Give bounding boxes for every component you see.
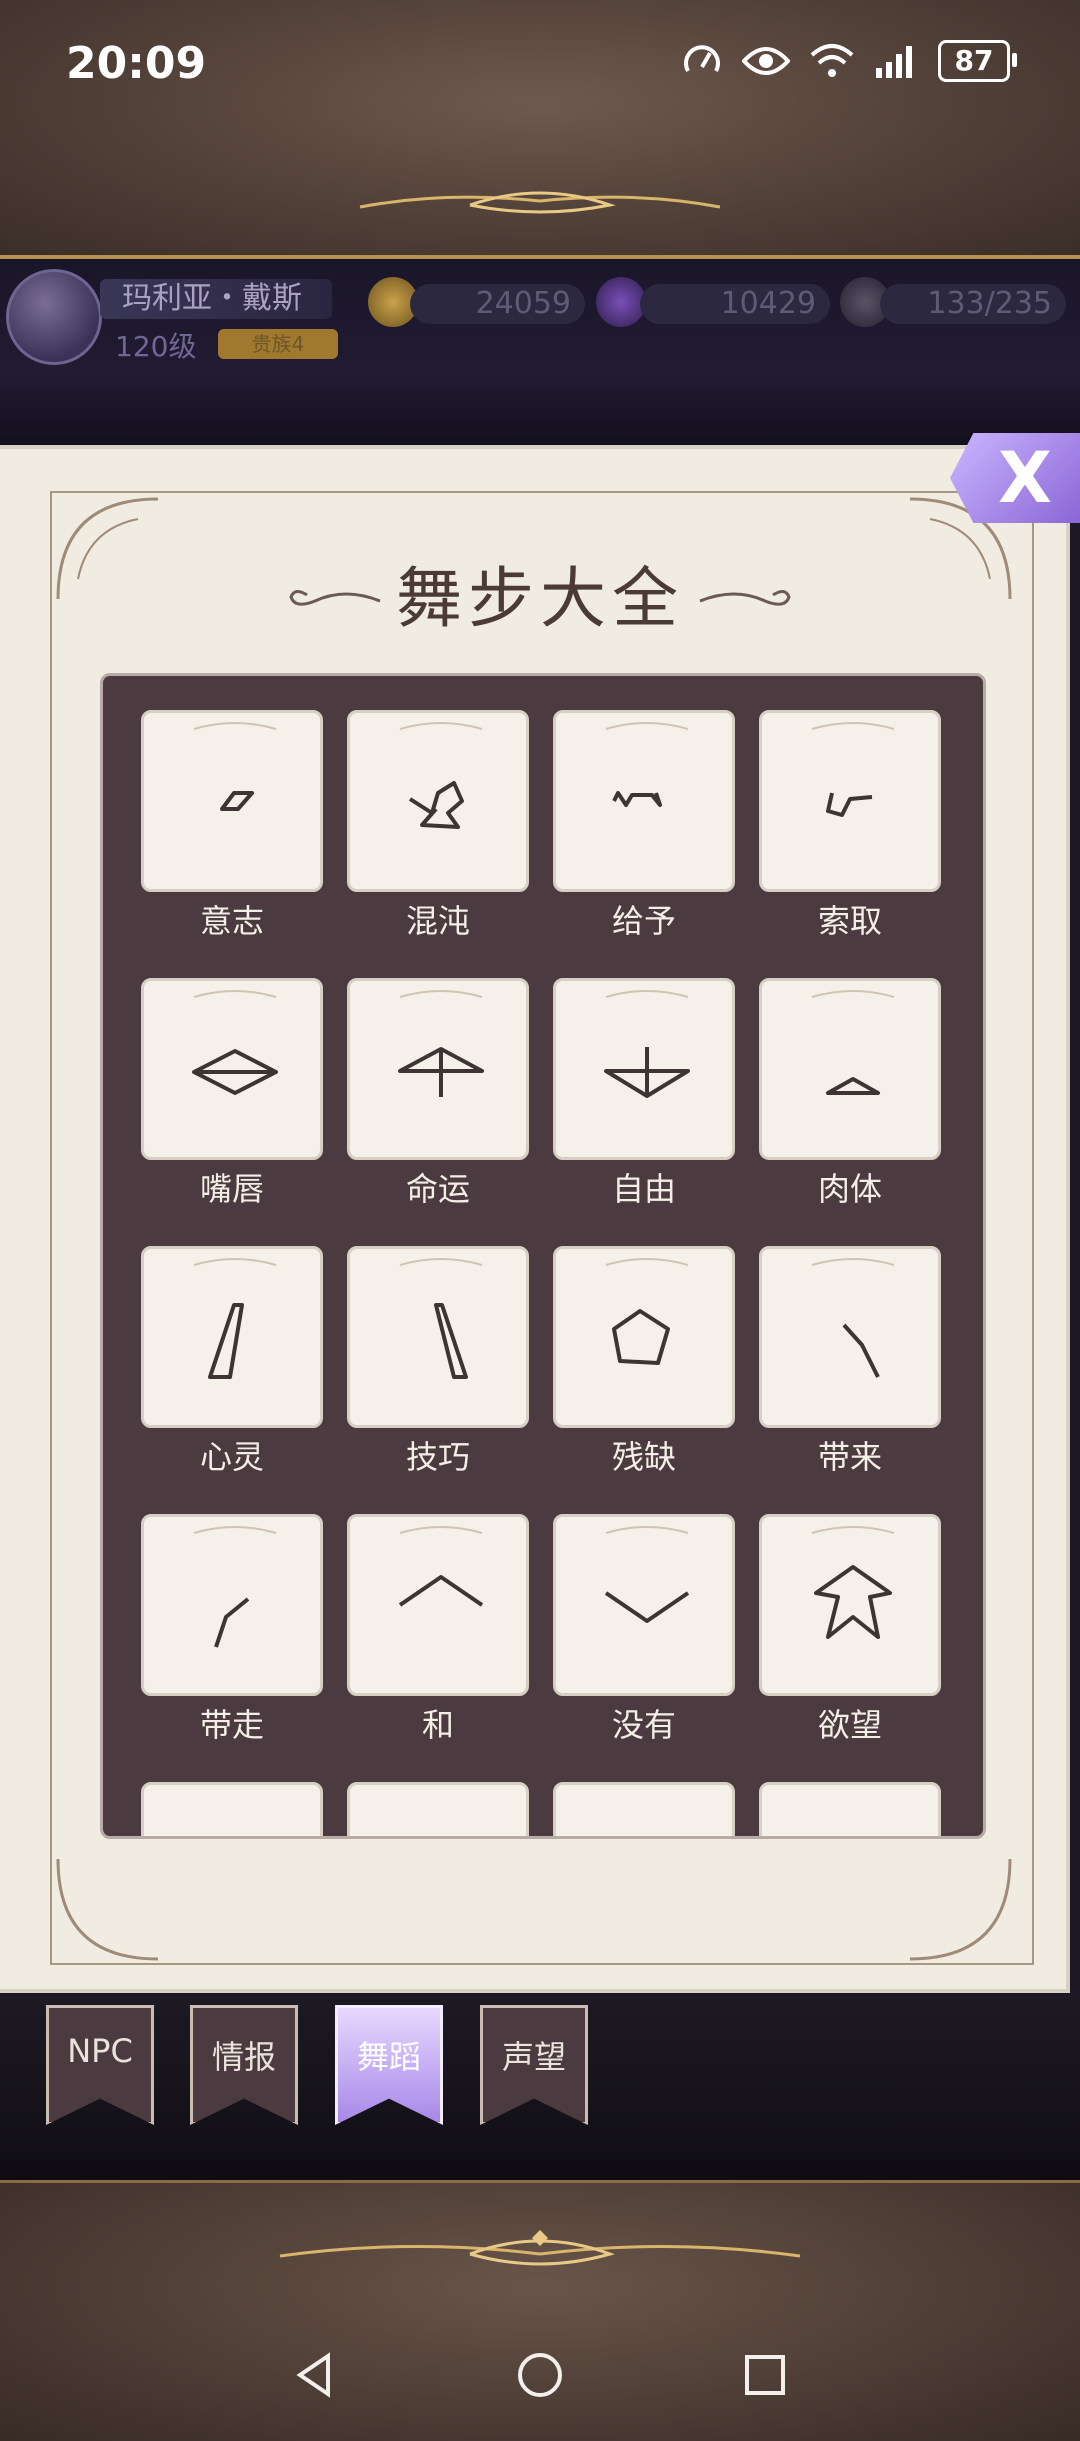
dance-move-label: 欲望 xyxy=(817,1706,882,1744)
dance-move-label: 心灵 xyxy=(199,1438,264,1476)
player-bar: 玛利亚・戴斯 120级 贵族4 24059 10429 133/235 xyxy=(0,255,1080,449)
dance-move-skill[interactable] xyxy=(347,1246,529,1428)
dance-move-label: 自由 xyxy=(611,1170,676,1208)
home-icon[interactable] xyxy=(515,2350,565,2400)
dance-move-label: 和 xyxy=(421,1706,454,1744)
dance-move-partial[interactable] xyxy=(553,1782,735,1836)
dance-move-desire[interactable] xyxy=(759,1514,941,1696)
broken-glyph-icon xyxy=(605,1258,689,1365)
corner-flourish-icon xyxy=(909,1858,1012,1961)
dance-move-soul[interactable] xyxy=(141,1246,323,1428)
take-away-glyph-icon xyxy=(193,1526,277,1648)
dance-move-partial[interactable] xyxy=(759,1782,941,1836)
system-nav-bar xyxy=(0,2330,1080,2430)
dance-move-grid: 意志 混沌 给予 索取嘴唇 命运 自由 肉体心灵 技巧 残缺 带来带走 和 没有 欲望 xyxy=(100,673,986,1839)
top-ornament-icon xyxy=(359,191,721,214)
dance-move-label: 带来 xyxy=(817,1438,882,1476)
desire-glyph-icon xyxy=(811,1526,895,1639)
give-glyph-icon xyxy=(605,722,689,807)
dance-move-take[interactable] xyxy=(759,710,941,892)
dance-move-label: 命运 xyxy=(405,1170,470,1208)
tab-reputation[interactable]: 声望 xyxy=(480,2005,588,2125)
dance-move-will[interactable] xyxy=(141,710,323,892)
signal-icon xyxy=(876,46,912,78)
corner-flourish-icon xyxy=(56,1858,159,1961)
speed-icon xyxy=(684,45,720,72)
tab-npc[interactable]: NPC xyxy=(46,2005,154,2125)
gold-counter[interactable]: 24059 xyxy=(410,284,585,324)
dance-move-label: 给予 xyxy=(611,902,676,940)
dance-move-lips[interactable] xyxy=(141,978,323,1160)
dance-move-fate[interactable] xyxy=(347,978,529,1160)
close-button[interactable]: X xyxy=(950,433,1080,523)
back-icon[interactable] xyxy=(290,2350,340,2400)
bottom-ornament-icon xyxy=(279,2230,801,2266)
dance-move-label: 嘴唇 xyxy=(199,1170,264,1208)
dance-move-broken[interactable] xyxy=(553,1246,735,1428)
fate-glyph-icon xyxy=(398,990,484,1097)
eye-icon xyxy=(742,47,790,75)
player-name: 玛利亚・戴斯 xyxy=(100,279,332,319)
battery-indicator: 87 xyxy=(938,40,1017,82)
tab-intel[interactable]: 情报 xyxy=(190,2005,298,2125)
status-bar: 20:09 87 xyxy=(0,30,1080,100)
avatar[interactable] xyxy=(6,269,102,365)
dance-move-bring[interactable] xyxy=(759,1246,941,1428)
status-icons: 87 xyxy=(682,40,1017,82)
dance-move-freedom[interactable] xyxy=(553,978,735,1160)
will-glyph-icon xyxy=(193,722,277,811)
freedom-glyph-icon xyxy=(604,990,690,1098)
dance-move-label: 意志 xyxy=(199,902,264,940)
dance-move-label: 带走 xyxy=(199,1706,264,1744)
gem-icon xyxy=(596,277,646,327)
chaos-glyph-icon xyxy=(399,722,483,829)
lips-glyph-icon xyxy=(192,990,278,1095)
dance-move-partial[interactable] xyxy=(141,1782,323,1836)
dance-move-label: 索取 xyxy=(817,902,882,940)
dance-move-and[interactable] xyxy=(347,1514,529,1696)
dance-move-take-away[interactable] xyxy=(141,1514,323,1696)
tab-dance[interactable]: 舞蹈 xyxy=(335,2005,443,2125)
dance-move-partial[interactable] xyxy=(347,1782,529,1836)
bring-glyph-icon xyxy=(811,1258,895,1378)
player-title-badge: 贵族4 xyxy=(218,329,338,359)
soul-glyph-icon xyxy=(193,1258,277,1379)
category-tabs: NPC 情报 舞蹈 声望 xyxy=(0,1995,1080,2180)
dance-move-chaos[interactable] xyxy=(347,710,529,892)
skill-glyph-icon xyxy=(399,1258,483,1379)
gem-counter[interactable]: 10429 xyxy=(640,284,830,324)
page-title: 舞步大全 xyxy=(396,560,684,637)
dance-move-give[interactable] xyxy=(553,710,735,892)
stamina-counter[interactable]: 133/235 xyxy=(880,284,1066,324)
none-glyph-icon xyxy=(604,1526,690,1623)
dance-move-label: 肉体 xyxy=(817,1170,882,1208)
wifi-icon xyxy=(810,44,854,77)
dance-move-label: 技巧 xyxy=(405,1438,470,1476)
take-glyph-icon xyxy=(811,722,895,817)
recents-icon[interactable] xyxy=(740,2350,790,2400)
player-level: 120级 xyxy=(115,330,197,363)
dance-move-label: 混沌 xyxy=(405,902,470,940)
dance-move-none[interactable] xyxy=(553,1514,735,1696)
dance-move-label: 残缺 xyxy=(611,1438,676,1476)
dance-move-body[interactable] xyxy=(759,978,941,1160)
dance-move-label: 没有 xyxy=(611,1706,676,1744)
body-glyph-icon xyxy=(811,990,895,1095)
clock: 20:09 xyxy=(66,38,207,89)
and-glyph-icon xyxy=(398,1526,484,1607)
dance-book: 舞步大全 X 意志 混沌 给予 索取嘴唇 命运 自由 肉体心灵 技巧 残缺 带来带走 和 没有 欲望 xyxy=(0,433,1080,1995)
